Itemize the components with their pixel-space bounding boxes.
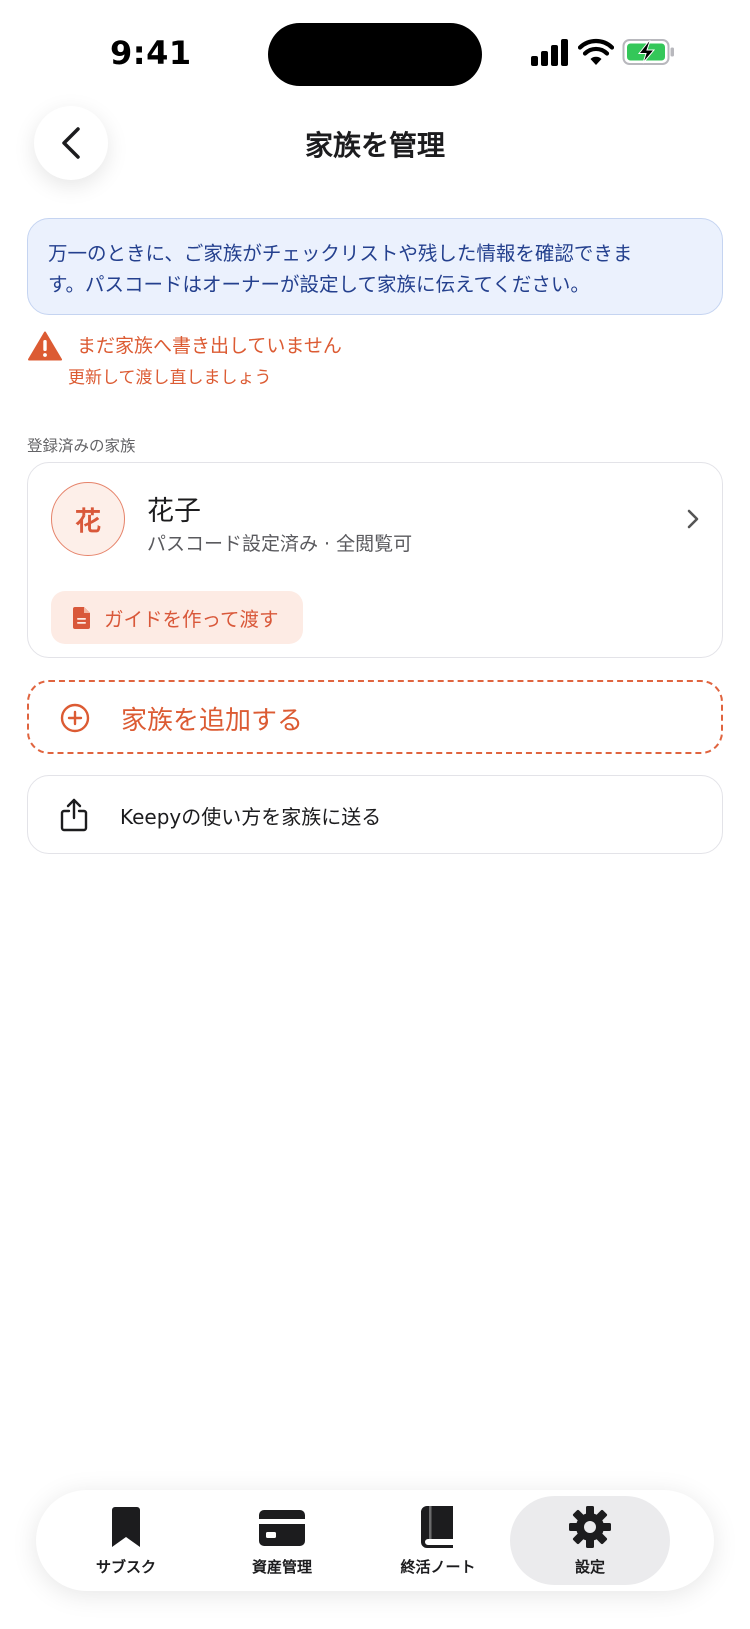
family-member-card: 花 花子 パスコード設定済み · 全閲覧可 ガイドを作って渡す bbox=[27, 462, 723, 658]
battery-charging-icon bbox=[622, 39, 674, 65]
member-name: 花子 bbox=[147, 496, 201, 527]
warning-subtitle: 更新して渡し直しましょう bbox=[68, 368, 272, 388]
share-icon bbox=[60, 798, 88, 832]
add-family-label: 家族を追加する bbox=[121, 706, 304, 736]
wifi-icon bbox=[578, 39, 614, 65]
warning-triangle-icon bbox=[28, 331, 62, 361]
tab-label-subscriptions: サブスク bbox=[95, 1558, 156, 1576]
chevron-right-icon bbox=[687, 509, 699, 529]
dynamic-island bbox=[268, 23, 482, 86]
status-time: 9:41 bbox=[110, 34, 192, 72]
book-icon bbox=[421, 1506, 453, 1548]
cellular-signal-icon bbox=[531, 39, 568, 66]
tab-label-end-of-life-notes: 終活ノート bbox=[400, 1558, 476, 1576]
warning-title: まだ家族へ書き出していません bbox=[77, 335, 342, 357]
section-label-registered-family: 登録済みの家族 bbox=[27, 437, 136, 455]
family-member-row[interactable]: 花 花子 パスコード設定済み · 全閲覧可 bbox=[28, 463, 722, 583]
info-box: 万一のときに、ご家族がチェックリストや残した情報を確認できま す。パスコードはオ… bbox=[27, 218, 723, 315]
tab-label-assets: 資産管理 bbox=[251, 1558, 312, 1576]
share-howto-label: Keepyの使い方を家族に送る bbox=[120, 805, 382, 829]
tab-settings[interactable]: 設定 bbox=[510, 1496, 670, 1585]
tab-end-of-life-notes[interactable]: 終活ノート bbox=[358, 1496, 518, 1585]
tab-bar: サブスク 資産管理 終活ノート 設定 bbox=[36, 1490, 714, 1591]
create-guide-button[interactable]: ガイドを作って渡す bbox=[51, 591, 303, 644]
status-bar: 9:41 bbox=[0, 0, 750, 100]
plus-circle-icon bbox=[60, 703, 90, 733]
create-guide-label: ガイドを作って渡す bbox=[104, 608, 279, 631]
avatar: 花 bbox=[51, 482, 125, 556]
info-text-line-2: す。パスコードはオーナーが設定して家族に伝えてください。 bbox=[48, 273, 590, 296]
tab-label-settings: 設定 bbox=[574, 1558, 605, 1576]
tab-assets[interactable]: 資産管理 bbox=[202, 1496, 362, 1585]
gear-icon bbox=[569, 1506, 611, 1548]
tab-subscriptions[interactable]: サブスク bbox=[46, 1496, 206, 1585]
document-icon bbox=[73, 606, 90, 629]
credit-card-icon bbox=[259, 1510, 305, 1546]
member-status: パスコード設定済み · 全閲覧可 bbox=[147, 533, 413, 555]
info-text-line-1: 万一のときに、ご家族がチェックリストや残した情報を確認できま bbox=[48, 242, 633, 265]
add-family-button[interactable]: 家族を追加する bbox=[27, 680, 723, 754]
share-howto-button[interactable]: Keepyの使い方を家族に送る bbox=[27, 775, 723, 854]
bookmark-icon bbox=[112, 1507, 140, 1547]
page-title: 家族を管理 bbox=[304, 129, 445, 162]
